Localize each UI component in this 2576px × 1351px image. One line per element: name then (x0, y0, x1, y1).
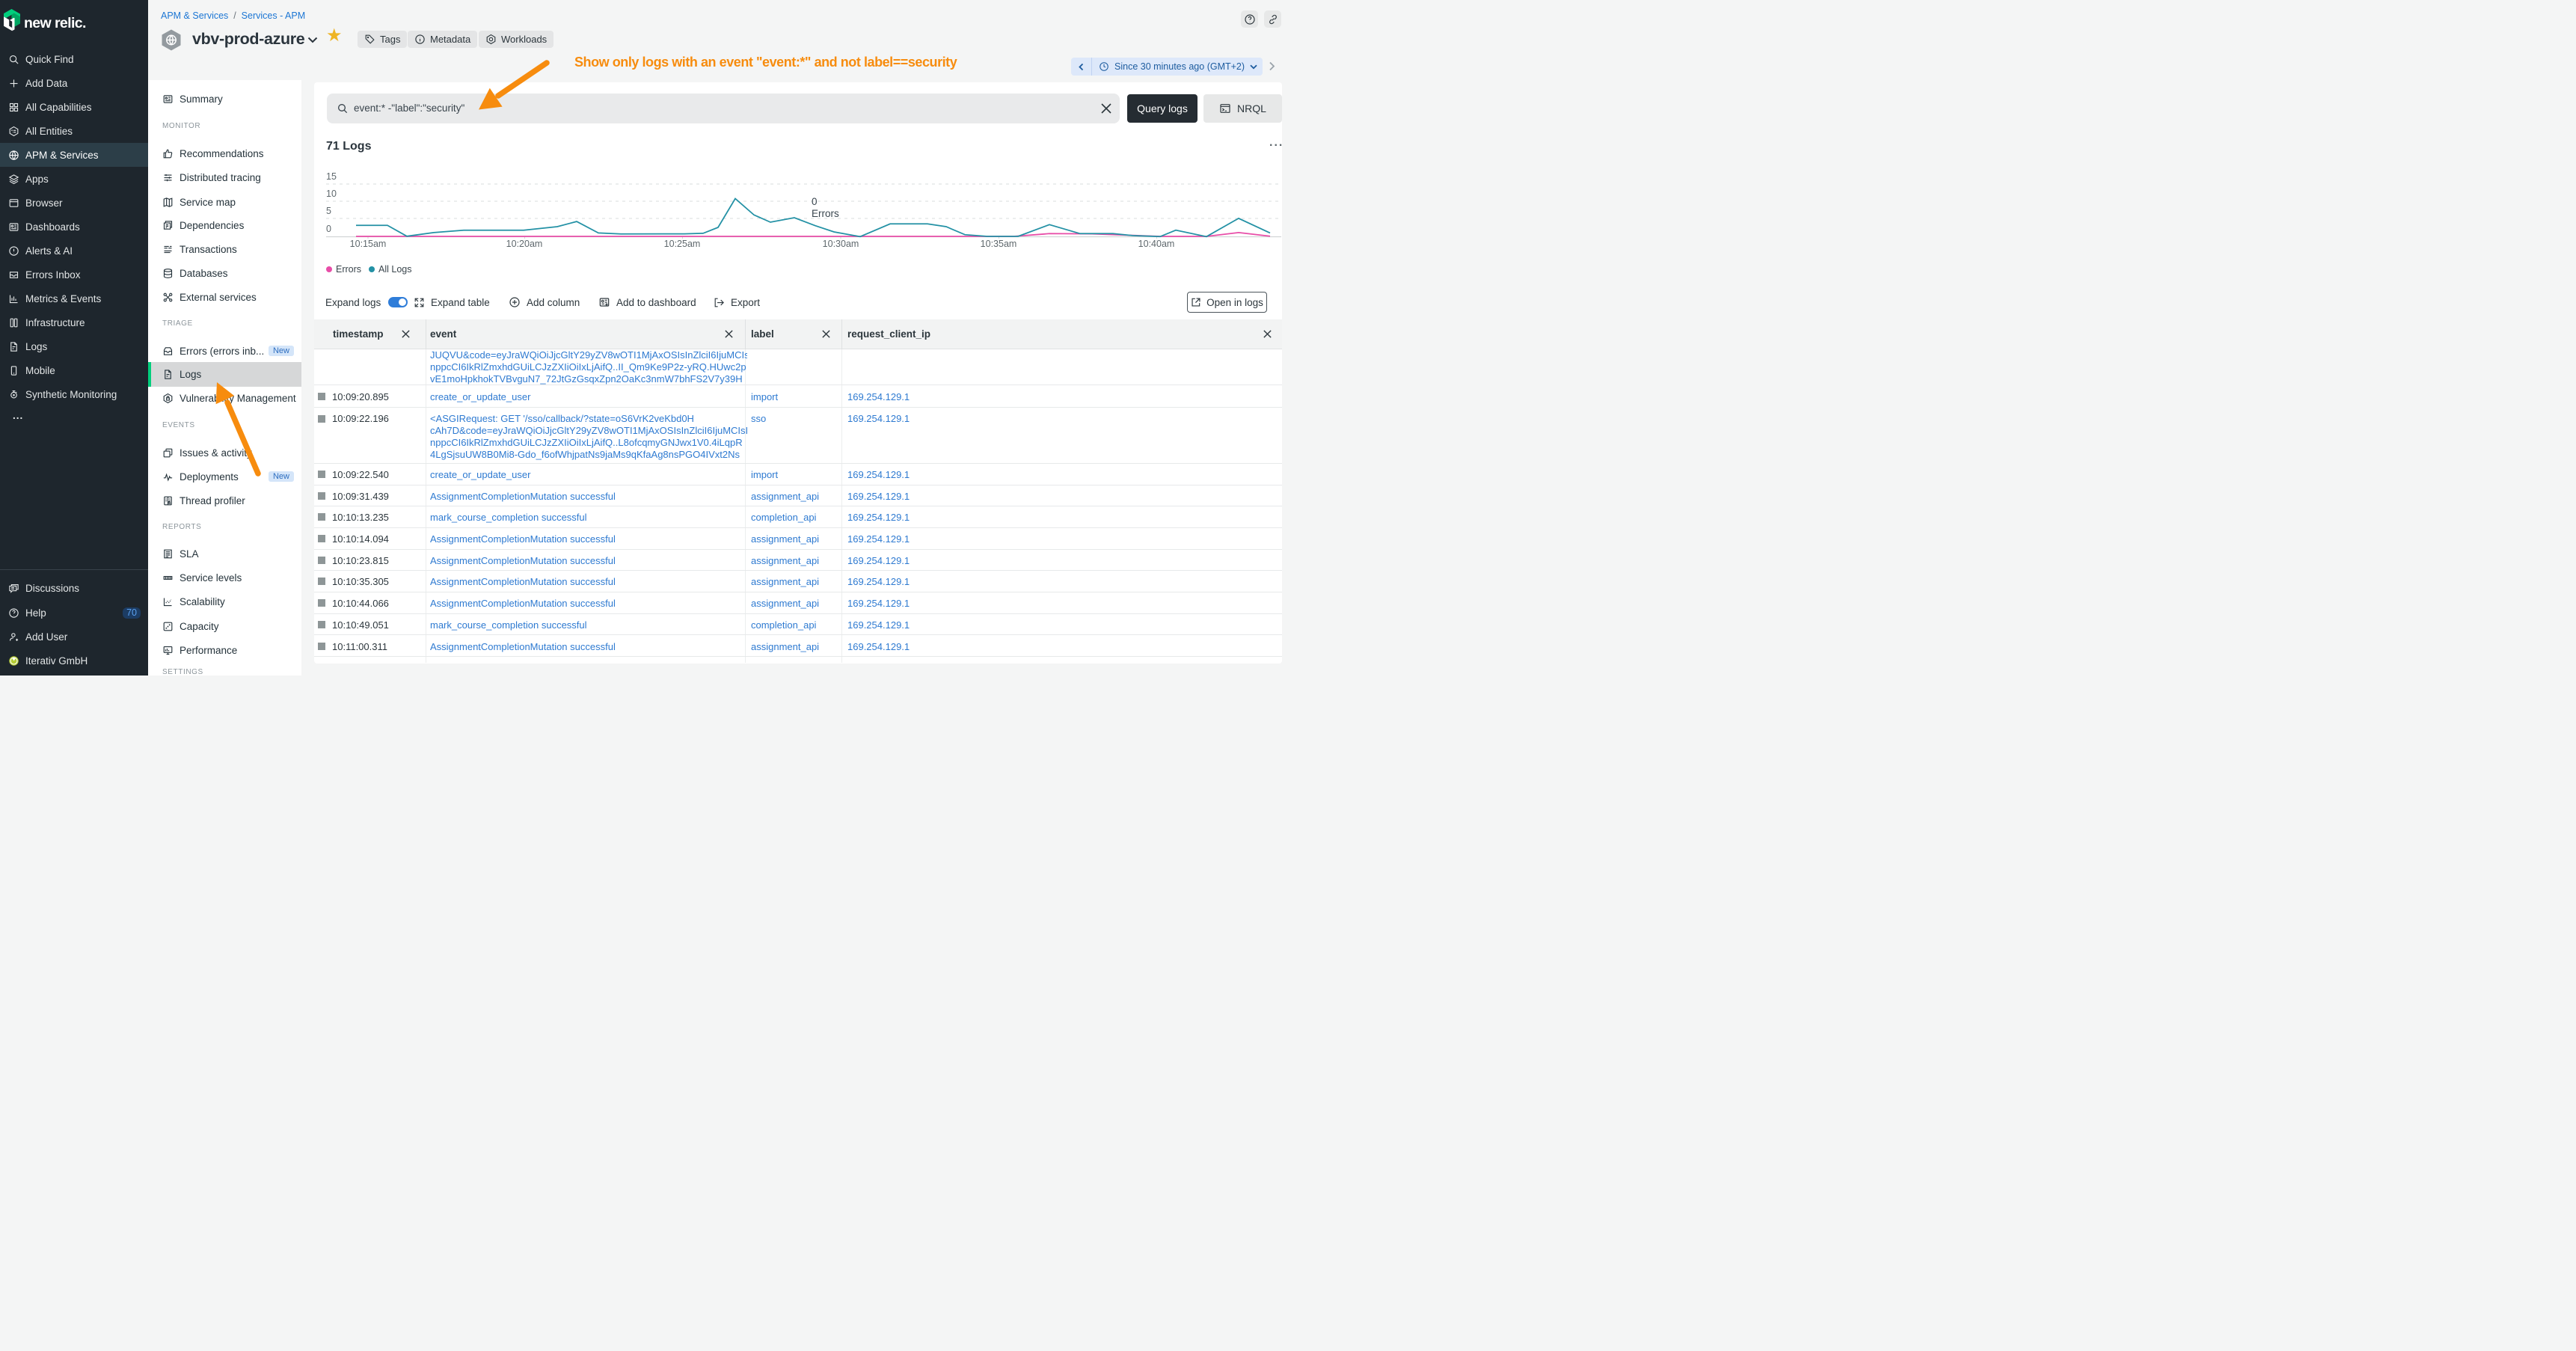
svg-text:new relic.: new relic. (24, 15, 86, 31)
